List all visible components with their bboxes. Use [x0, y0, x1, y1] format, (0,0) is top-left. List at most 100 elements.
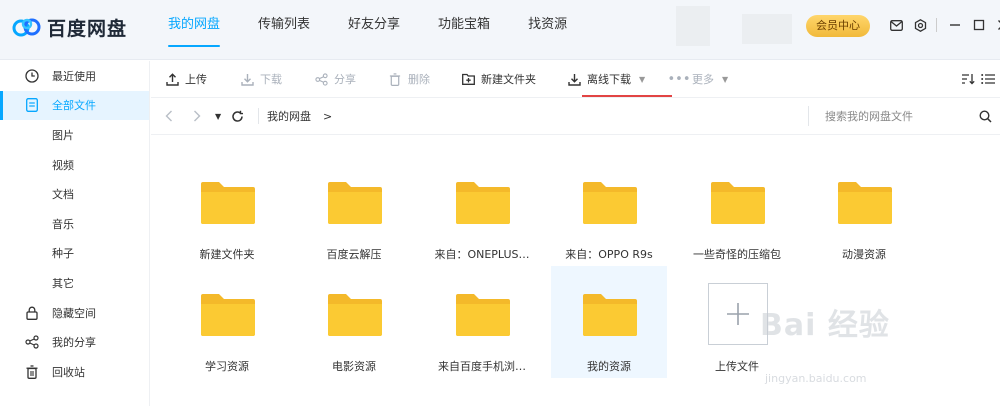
divider — [936, 18, 937, 32]
download-icon — [240, 72, 254, 86]
lock-icon — [24, 305, 40, 321]
folder-icon — [328, 294, 382, 336]
breadcrumb-separator: > — [323, 109, 333, 123]
nav-transfer-list[interactable]: 传输列表 — [258, 0, 310, 60]
sort-icon — [961, 72, 975, 86]
sidebar-item-label: 最近使用 — [52, 69, 96, 83]
delete-button[interactable]: 删除 — [388, 61, 430, 97]
sidebar-item-other[interactable]: 其它 — [0, 268, 149, 298]
trash-icon — [24, 364, 40, 380]
blurred-region — [676, 6, 710, 46]
sidebar-item-label: 隐藏空间 — [52, 306, 96, 320]
minimize-icon[interactable] — [947, 17, 963, 33]
breadcrumb-root[interactable]: 我的网盘 — [267, 98, 311, 134]
folder-icon — [456, 294, 510, 336]
main-nav: 我的网盘 传输列表 好友分享 功能宝箱 找资源 — [168, 0, 605, 60]
folder-icon — [583, 182, 637, 224]
sidebar-item-recycle-bin[interactable]: 回收站 — [0, 357, 149, 387]
upload-button[interactable]: 上传 — [165, 61, 207, 97]
download-icon — [567, 72, 581, 86]
file-icon — [24, 97, 40, 113]
sidebar-item-all-files[interactable]: 全部文件 — [0, 90, 149, 121]
folder-name: 百度云解压 — [326, 248, 382, 261]
folder-item[interactable]: 新建文件夹 — [169, 154, 285, 266]
settings-gear-icon[interactable] — [912, 17, 928, 33]
folder-icon — [328, 182, 382, 224]
chevron-down-icon: ▼ — [639, 74, 646, 84]
folder-item[interactable]: 动漫资源 — [806, 154, 922, 266]
share-icon — [314, 72, 328, 86]
more-dots-icon: ••• — [667, 71, 691, 87]
watermark-logo: Bai 经验 — [760, 308, 890, 343]
sidebar-item-music[interactable]: 音乐 — [0, 209, 149, 239]
share-icon — [24, 334, 40, 350]
folder-name: 来自百度手机浏… — [438, 360, 526, 373]
plus-icon — [727, 303, 749, 325]
folder-name: 来自：OPPO R9s — [565, 248, 653, 261]
folder-name: 动漫资源 — [842, 248, 886, 261]
file-toolbar: 上传 下载 分享 删除 新建文件夹 离线下载 ▼ ••• 更多 ▼ — [151, 61, 1000, 98]
new-folder-button[interactable]: 新建文件夹 — [461, 61, 536, 97]
nav-my-disk[interactable]: 我的网盘 — [168, 0, 221, 60]
sidebar-item-label: 全部文件 — [52, 99, 96, 113]
folder-item[interactable]: 来自百度手机浏… — [424, 266, 540, 378]
top-bar: 百度网盘 我的网盘 传输列表 好友分享 功能宝箱 找资源 会员中心 — [0, 0, 1000, 60]
folder-item[interactable]: 电影资源 — [296, 266, 412, 378]
cloud-logo-icon — [12, 18, 41, 37]
new-folder-icon — [461, 72, 475, 86]
back-chevron-icon[interactable] — [165, 98, 173, 134]
chevron-down-icon: ▼ — [722, 74, 729, 84]
folder-icon — [711, 182, 765, 224]
sidebar-item-documents[interactable]: 文档 — [0, 179, 149, 209]
refresh-icon[interactable] — [231, 98, 244, 134]
folder-item[interactable]: 一些奇怪的压缩包 — [679, 154, 795, 266]
window-controls — [888, 17, 1000, 33]
sort-button[interactable] — [961, 61, 981, 97]
search-icon[interactable] — [979, 98, 992, 134]
annotation-underline — [582, 95, 672, 97]
search-input[interactable] — [825, 109, 975, 123]
folder-name: 新建文件夹 — [199, 248, 255, 261]
sidebar-item-images[interactable]: 图片 — [0, 120, 149, 150]
nav-toolbox[interactable]: 功能宝箱 — [438, 0, 490, 60]
nav-find-resources[interactable]: 找资源 — [528, 0, 567, 60]
vip-center-button[interactable]: 会员中心 — [806, 15, 870, 37]
search-box — [808, 106, 998, 126]
maximize-icon[interactable] — [971, 17, 987, 33]
upload-icon — [165, 72, 179, 86]
folder-icon — [583, 294, 637, 336]
sidebar-item-recent[interactable]: 最近使用 — [0, 61, 149, 91]
clock-icon — [24, 68, 40, 84]
close-icon[interactable] — [995, 17, 1000, 33]
folder-icon — [201, 294, 255, 336]
breadcrumb-bar: ▼ 我的网盘 > — [151, 98, 1000, 135]
history-dropdown-icon[interactable]: ▼ — [215, 98, 221, 134]
divider — [258, 108, 259, 124]
folder-name: 我的资源 — [587, 360, 631, 373]
sidebar-item-hidden-space[interactable]: 隐藏空间 — [0, 298, 149, 328]
list-view-icon — [981, 72, 995, 86]
offline-download-button[interactable]: 离线下载 ▼ — [567, 61, 645, 97]
folder-item[interactable]: 来自：ONEPLUS… — [424, 154, 540, 266]
download-button[interactable]: 下载 — [240, 61, 282, 97]
folder-item[interactable]: 来自：OPPO R9s — [551, 154, 667, 266]
sidebar: 最近使用 全部文件 图片 视频 文档 音乐 种子 其它 隐藏空间 我的分享 回收… — [0, 61, 150, 406]
folder-icon — [838, 182, 892, 224]
folder-item[interactable]: 学习资源 — [169, 266, 285, 378]
folder-item[interactable]: 百度云解压 — [296, 154, 412, 266]
mail-icon[interactable] — [888, 17, 904, 33]
upload-file-tile[interactable] — [708, 283, 768, 345]
forward-chevron-icon[interactable] — [193, 98, 201, 134]
more-button[interactable]: ••• 更多 ▼ — [667, 61, 729, 97]
nav-friend-share[interactable]: 好友分享 — [348, 0, 400, 60]
folder-item[interactable]: 我的资源 — [551, 266, 667, 378]
list-view-button[interactable] — [981, 61, 1000, 97]
sidebar-item-my-shares[interactable]: 我的分享 — [0, 327, 149, 357]
folder-name: 电影资源 — [332, 360, 376, 373]
watermark-url: jingyan.baidu.com — [765, 372, 867, 385]
sidebar-item-torrents[interactable]: 种子 — [0, 239, 149, 269]
blurred-region — [742, 14, 792, 44]
app-logo[interactable]: 百度网盘 — [12, 14, 127, 40]
sidebar-item-videos[interactable]: 视频 — [0, 150, 149, 180]
share-button[interactable]: 分享 — [314, 61, 356, 97]
